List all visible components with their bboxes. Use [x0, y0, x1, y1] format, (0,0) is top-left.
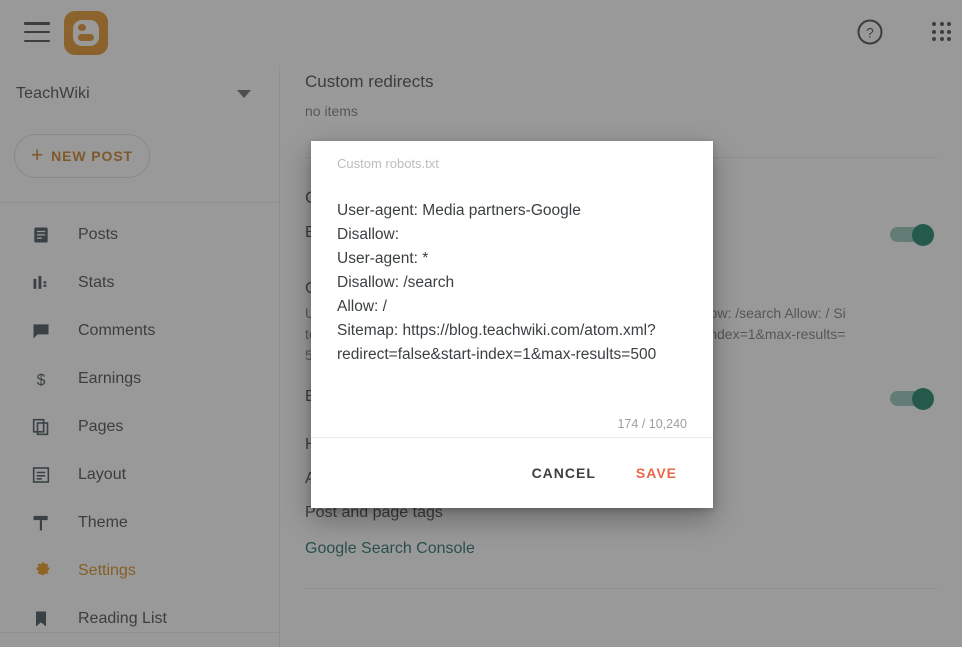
character-counter: 174 / 10,240: [617, 417, 687, 431]
custom-robots-txt-dialog: Custom robots.txt 174 / 10,240 CANCEL SA…: [311, 141, 713, 508]
dialog-field-label: Custom robots.txt: [337, 156, 439, 171]
dialog-actions: CANCEL SAVE: [311, 438, 713, 508]
save-button[interactable]: SAVE: [622, 455, 691, 491]
dialog-body: [311, 141, 713, 411]
blogger-settings-screen: ? TeachWiki + NEW POST: [0, 0, 962, 647]
cancel-button[interactable]: CANCEL: [518, 455, 610, 491]
custom-robots-txt-textarea[interactable]: [337, 199, 687, 375]
